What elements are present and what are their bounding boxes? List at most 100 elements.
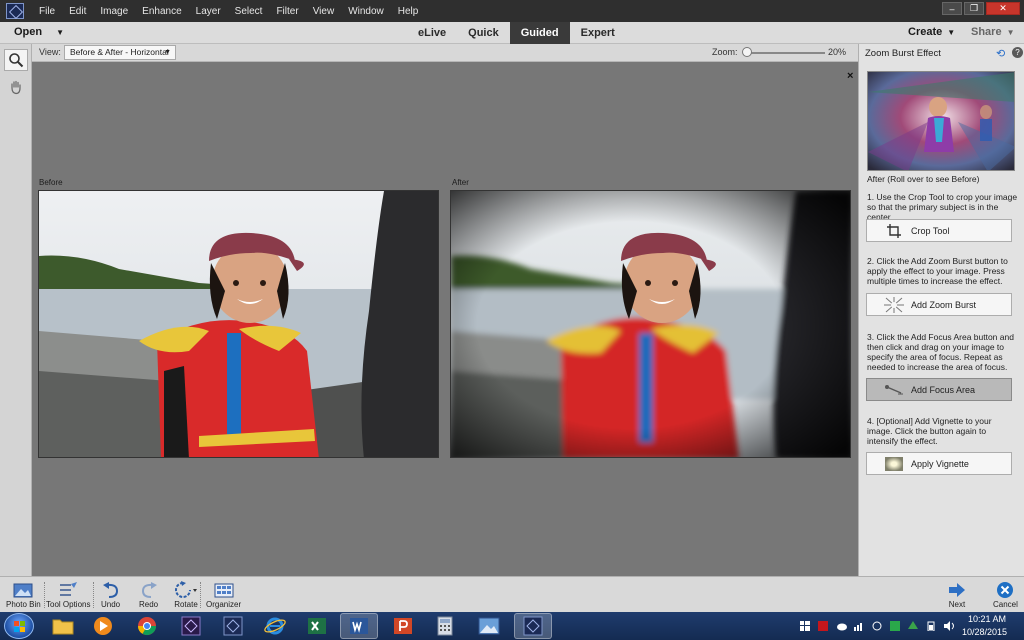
tool-options-label: Tool Options: [46, 600, 91, 609]
next-button[interactable]: Next: [948, 580, 966, 609]
menu-file[interactable]: File: [32, 6, 62, 17]
close-window-button[interactable]: ✕: [986, 2, 1020, 15]
menu-enhance[interactable]: Enhance: [135, 6, 188, 17]
acrobat-tray-icon[interactable]: [818, 621, 828, 631]
preview-caption: After (Roll over to see Before): [867, 174, 980, 184]
taskbar-media-player[interactable]: [84, 613, 122, 639]
tab-guided[interactable]: Guided: [509, 22, 570, 44]
taskbar-excel[interactable]: [298, 613, 336, 639]
create-button[interactable]: Create ▼: [908, 26, 955, 38]
before-photo[interactable]: [38, 190, 439, 458]
volume-tray-icon[interactable]: [944, 621, 954, 631]
panel-title: Zoom Burst Effect: [865, 48, 941, 59]
window-controls: – ❐ ✕: [942, 2, 1020, 15]
windows-taskbar: 10:21 AM 10/28/2015: [0, 612, 1024, 640]
cancel-button[interactable]: Cancel: [993, 580, 1018, 609]
drive-tray-icon[interactable]: [908, 621, 918, 631]
redo-button[interactable]: Redo: [139, 580, 158, 609]
view-label: View:: [39, 47, 61, 57]
menu-view[interactable]: View: [306, 6, 342, 17]
zoom-slider-track[interactable]: [745, 52, 825, 54]
organizer-icon: [214, 580, 234, 600]
taskbar-explorer[interactable]: [44, 613, 82, 639]
cloud-tray-icon[interactable]: [836, 621, 847, 631]
help-icon[interactable]: ?: [1012, 47, 1023, 58]
divider: [44, 582, 45, 608]
cancel-icon: [996, 580, 1014, 600]
taskbar-elements-active[interactable]: [514, 613, 552, 639]
minimize-button[interactable]: –: [942, 2, 962, 15]
tab-expert[interactable]: Expert: [570, 22, 626, 44]
tab-quick[interactable]: Quick: [457, 22, 510, 44]
share-label: Share: [971, 26, 1002, 38]
crop-tool-button[interactable]: Crop Tool: [866, 219, 1012, 242]
guided-panel: Zoom Burst Effect ⟲ ? After (Roll over t…: [858, 44, 1024, 576]
apply-vignette-button[interactable]: Apply Vignette: [866, 452, 1012, 475]
effect-preview-thumbnail[interactable]: [867, 71, 1015, 171]
after-photo-image: [451, 191, 850, 457]
caret-down-icon: ▼: [1006, 28, 1015, 37]
photo-viewer-icon: [478, 617, 500, 635]
minimize-icon: –: [949, 3, 955, 14]
step-2-instructions: 2. Click the Add Zoom Burst button to ap…: [867, 256, 1008, 286]
network-tray-icon[interactable]: [854, 621, 864, 631]
hand-tool[interactable]: [4, 76, 28, 98]
taskbar-elements-editor[interactable]: [214, 613, 252, 639]
undo-icon: [102, 580, 120, 600]
undo-button[interactable]: Undo: [101, 580, 120, 609]
tools-tray-icon[interactable]: [872, 621, 882, 631]
windows-tray-icon[interactable]: [800, 621, 810, 631]
taskbar-elements-organizer[interactable]: [172, 613, 210, 639]
organizer-button[interactable]: Organizer: [206, 580, 241, 609]
close-icon[interactable]: ×: [847, 70, 853, 82]
battery-tray-icon[interactable]: [926, 621, 936, 632]
close-icon: ✕: [999, 3, 1007, 13]
tool-options-button[interactable]: Tool Options: [46, 580, 90, 609]
menu-select[interactable]: Select: [228, 6, 270, 17]
view-dropdown[interactable]: Before & After - Horizontal ▼: [64, 45, 176, 60]
caret-down-icon: ▼: [947, 28, 956, 37]
taskbar-photo-viewer[interactable]: [470, 613, 508, 639]
menu-window[interactable]: Window: [341, 6, 391, 17]
open-button[interactable]: Open ▼: [14, 26, 64, 38]
menu-edit[interactable]: Edit: [62, 6, 93, 17]
rotate-button[interactable]: Rotate: [174, 580, 198, 609]
reset-icon[interactable]: ⟲: [996, 47, 1005, 60]
image-canvas[interactable]: × Before After: [32, 62, 858, 576]
photo-bin-button[interactable]: Photo Bin: [6, 580, 41, 609]
taskbar-calculator[interactable]: [426, 613, 464, 639]
taskbar-powerpoint[interactable]: [384, 613, 422, 639]
menu-filter[interactable]: Filter: [269, 6, 305, 17]
add-focus-area-button[interactable]: Add Focus Area: [866, 378, 1012, 401]
zoom-slider-thumb[interactable]: [742, 47, 752, 57]
apply-vignette-label: Apply Vignette: [911, 458, 969, 469]
add-zoom-burst-label: Add Zoom Burst: [911, 299, 977, 310]
rotate-icon: [174, 580, 198, 600]
menu-help[interactable]: Help: [391, 6, 426, 17]
before-label: Before: [39, 178, 63, 187]
organizer-label: Organizer: [206, 600, 242, 609]
taskbar-word[interactable]: [340, 613, 378, 639]
redo-label: Redo: [139, 600, 159, 609]
start-button[interactable]: [4, 613, 34, 639]
menu-layer[interactable]: Layer: [189, 6, 228, 17]
divider: [93, 582, 94, 608]
add-zoom-burst-button[interactable]: Add Zoom Burst: [866, 293, 1012, 316]
taskbar-chrome[interactable]: [128, 613, 166, 639]
tab-elive[interactable]: eLive: [407, 22, 457, 44]
elements-organizer-icon: [181, 616, 201, 636]
restore-button[interactable]: ❐: [964, 2, 984, 15]
menu-image[interactable]: Image: [93, 6, 135, 17]
magnifier-icon: [9, 53, 24, 68]
taskbar-internet-explorer[interactable]: [256, 613, 294, 639]
windows-logo-icon: [14, 621, 25, 632]
share-button[interactable]: Share ▼: [971, 26, 1015, 38]
after-photo[interactable]: [450, 190, 851, 458]
open-label: Open: [14, 26, 43, 38]
clock-time[interactable]: 10:21 AM: [968, 614, 1006, 624]
sync-tray-icon[interactable]: [890, 621, 900, 631]
after-label: After: [452, 178, 469, 187]
preview-image: [868, 72, 1014, 170]
zoom-tool[interactable]: [4, 49, 28, 71]
clock-date[interactable]: 10/28/2015: [962, 627, 1007, 637]
